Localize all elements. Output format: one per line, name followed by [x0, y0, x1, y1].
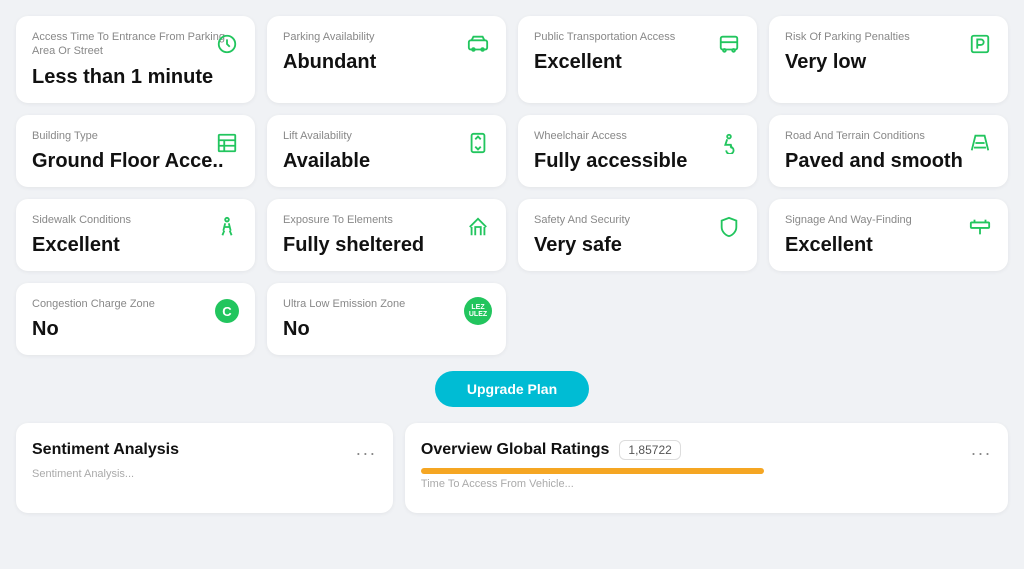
card-label: Parking Availability [283, 30, 490, 44]
upgrade-button[interactable]: Upgrade Plan [435, 371, 589, 407]
card-value: Excellent [534, 50, 741, 74]
shield-icon [715, 213, 743, 241]
card-value: Abundant [283, 50, 490, 74]
wheelchair-icon [715, 129, 743, 157]
card-value: No [283, 317, 490, 341]
card-value: Excellent [32, 233, 239, 257]
sentiment-header: Sentiment Analysis ... [32, 439, 377, 460]
building-icon [213, 129, 241, 157]
card-label: Exposure To Elements [283, 213, 490, 227]
card-label: Ultra Low Emission Zone [283, 297, 490, 311]
cards-row-3: Sidewalk Conditions Excellent Exposure T… [16, 199, 1008, 271]
global-ratings-menu[interactable]: ... [971, 439, 992, 460]
card-label: Signage And Way-Finding [785, 213, 992, 227]
card-ulez: LEZULEZ Ultra Low Emission Zone No [267, 283, 506, 355]
card-parking-penalties: Risk Of Parking Penalties Very low [769, 16, 1008, 103]
card-label: Public Transportation Access [534, 30, 741, 44]
card-safety: Safety And Security Very safe [518, 199, 757, 271]
upgrade-section: Upgrade Plan [16, 359, 1008, 423]
card-label: Safety And Security [534, 213, 741, 227]
global-ratings-title: Overview Global Ratings [421, 441, 610, 459]
card-access-time: Access Time To Entrance From Parking Are… [16, 16, 255, 103]
shelter-icon [464, 213, 492, 241]
card-parking-availability: Parking Availability Abundant [267, 16, 506, 103]
lift-icon [464, 129, 492, 157]
card-public-transport: Public Transportation Access Excellent [518, 16, 757, 103]
bottom-panels: Sentiment Analysis ... Sentiment Analysi… [16, 423, 1008, 513]
card-exposure: Exposure To Elements Fully sheltered [267, 199, 506, 271]
cards-row-2: Building Type Ground Floor Acce.. Lift A… [16, 115, 1008, 187]
cards-row-1: Access Time To Entrance From Parking Are… [16, 16, 1008, 103]
card-value: Ground Floor Acce.. [32, 149, 239, 173]
walk-icon [213, 213, 241, 241]
card-value: Fully accessible [534, 149, 741, 173]
global-ratings-subtitle: Time To Access From Vehicle... [421, 478, 992, 490]
global-ratings-panel: Overview Global Ratings 1,85722 ... Time… [405, 423, 1008, 513]
sentiment-panel: Sentiment Analysis ... Sentiment Analysi… [16, 423, 393, 513]
card-label: Lift Availability [283, 129, 490, 143]
card-label: Congestion Charge Zone [32, 297, 239, 311]
card-sidewalk: Sidewalk Conditions Excellent [16, 199, 255, 271]
parking-icon [966, 30, 994, 58]
card-value: Paved and smooth [785, 149, 992, 173]
ulez-icon: LEZULEZ [464, 297, 492, 325]
rating-badge: 1,85722 [619, 440, 680, 460]
card-value: Very safe [534, 233, 741, 257]
card-value: Less than 1 minute [32, 65, 239, 89]
card-value: Very low [785, 50, 992, 74]
c-icon: C [213, 297, 241, 325]
card-label: Access Time To Entrance From Parking Are… [32, 30, 239, 59]
card-label: Sidewalk Conditions [32, 213, 239, 227]
road-icon [966, 129, 994, 157]
clock-icon [213, 30, 241, 58]
global-ratings-left: Overview Global Ratings 1,85722 [421, 440, 681, 460]
card-wheelchair: Wheelchair Access Fully accessible [518, 115, 757, 187]
sign-icon [966, 213, 994, 241]
card-signage: Signage And Way-Finding Excellent [769, 199, 1008, 271]
card-lift: Lift Availability Available [267, 115, 506, 187]
card-label: Building Type [32, 129, 239, 143]
global-ratings-header: Overview Global Ratings 1,85722 ... [421, 439, 992, 460]
card-road-conditions: Road And Terrain Conditions Paved and sm… [769, 115, 1008, 187]
card-value: No [32, 317, 239, 341]
sentiment-subtitle: Sentiment Analysis... [32, 468, 377, 480]
card-label: Risk Of Parking Penalties [785, 30, 992, 44]
card-building-type: Building Type Ground Floor Acce.. [16, 115, 255, 187]
card-value: Fully sheltered [283, 233, 490, 257]
cards-row-4: C Congestion Charge Zone No LEZULEZ Ultr… [16, 283, 1008, 355]
card-label: Wheelchair Access [534, 129, 741, 143]
main-container: Access Time To Entrance From Parking Are… [0, 0, 1024, 529]
card-value: Available [283, 149, 490, 173]
card-congestion: C Congestion Charge Zone No [16, 283, 255, 355]
card-value: Excellent [785, 233, 992, 257]
sentiment-title: Sentiment Analysis [32, 441, 179, 459]
card-label: Road And Terrain Conditions [785, 129, 992, 143]
car-icon [464, 30, 492, 58]
sentiment-menu[interactable]: ... [356, 439, 377, 460]
bus-icon [715, 30, 743, 58]
ratings-bar [421, 468, 764, 474]
